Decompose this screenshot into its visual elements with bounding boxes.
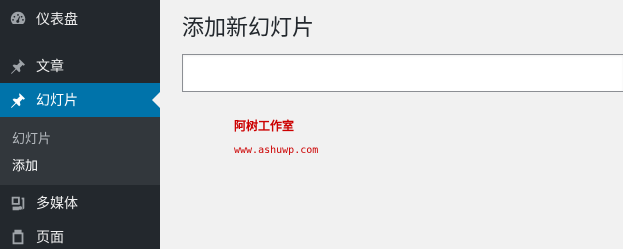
sidebar-item-label: 文章 — [36, 59, 64, 75]
slides-submenu: 幻灯片 添加 — [0, 117, 160, 185]
sidebar-item-dashboard[interactable]: 仪表盘 — [0, 2, 160, 36]
watermark-text: 阿树工作室 — [234, 119, 295, 133]
watermark-url: www.ashuwp.com — [234, 145, 319, 156]
slide-title-input[interactable] — [182, 54, 623, 92]
pin-icon — [8, 90, 28, 110]
sidebar-item-pages[interactable]: 页面 — [0, 220, 160, 249]
sidebar-item-slides[interactable]: 幻灯片 — [0, 83, 160, 117]
pin-icon — [8, 56, 28, 76]
dashboard-icon — [8, 9, 28, 29]
media-icon — [8, 193, 28, 213]
sidebar-item-label: 幻灯片 — [36, 93, 78, 109]
submenu-item-all-slides[interactable]: 幻灯片 — [12, 128, 51, 147]
sidebar-item-label: 页面 — [36, 230, 64, 246]
sidebar-item-label: 多媒体 — [36, 196, 78, 212]
current-menu-arrow — [152, 92, 160, 108]
submenu-item-add-new[interactable]: 添加 — [12, 155, 38, 174]
sidebar-item-label: 仪表盘 — [36, 12, 78, 28]
page-title: 添加新幻灯片 — [182, 16, 315, 41]
sidebar-item-posts[interactable]: 文章 — [0, 49, 160, 83]
sidebar-item-media[interactable]: 多媒体 — [0, 186, 160, 220]
admin-sidebar: 仪表盘 文章 幻灯片 幻灯片 添加 多媒体 页面 — [0, 0, 160, 249]
page-icon — [8, 227, 28, 247]
